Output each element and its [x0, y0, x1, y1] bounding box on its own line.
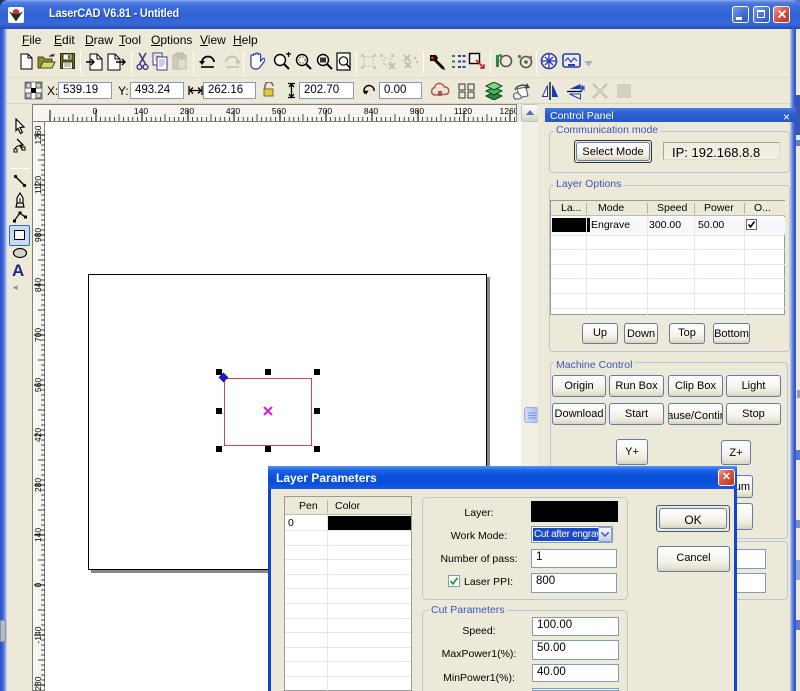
svg-text:0: 0 [33, 582, 43, 587]
svg-text:-140: -140 [33, 626, 43, 643]
svg-text:1120: 1120 [33, 176, 43, 195]
svg-text:840: 840 [364, 106, 378, 116]
svg-text:980: 980 [410, 106, 424, 116]
svg-text:1260: 1260 [500, 106, 517, 116]
svg-text:-280: -280 [33, 676, 43, 691]
svg-text:140: 140 [134, 106, 148, 116]
svg-text:0: 0 [93, 106, 98, 116]
svg-text:1120: 1120 [454, 106, 473, 116]
svg-text:280: 280 [180, 106, 194, 116]
svg-text:1260: 1260 [33, 125, 43, 144]
svg-text:420: 420 [226, 106, 240, 116]
svg-text:560: 560 [272, 106, 286, 116]
svg-text:700: 700 [318, 106, 332, 116]
